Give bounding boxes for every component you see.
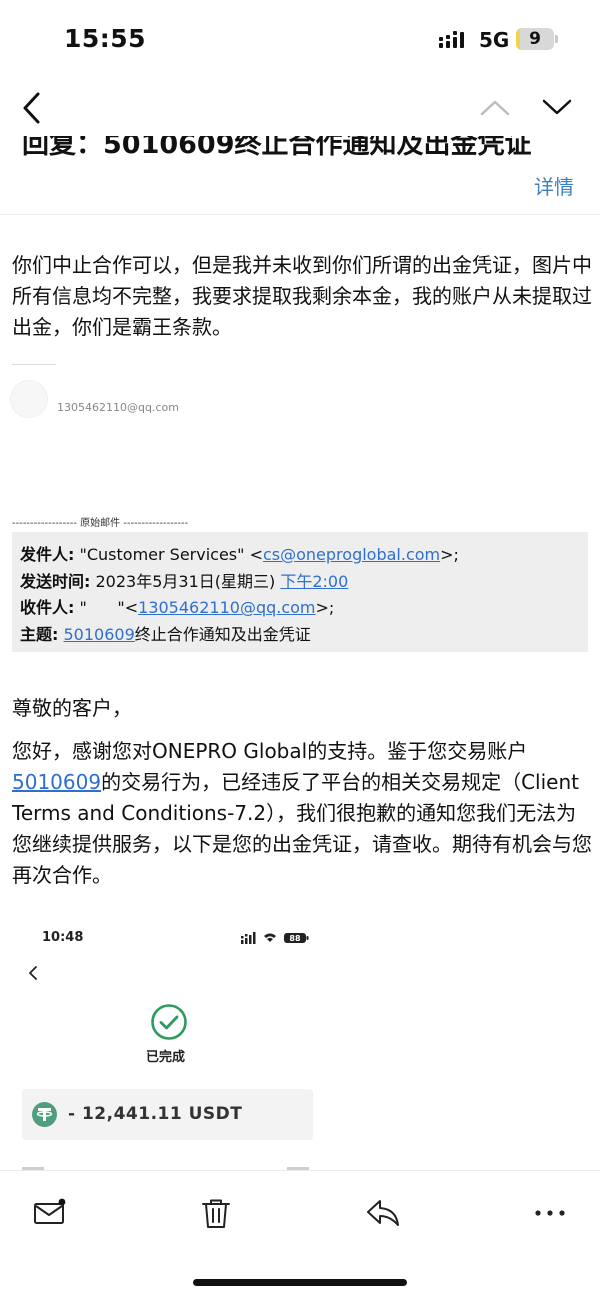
embedded-screenshot[interactable]: 10:48 88 已完成 - 12,441.11 USDT: [12, 915, 332, 1171]
signal-bars-icon: [439, 31, 464, 48]
bottom-toolbar: [0, 1170, 600, 1298]
date-label: 发送时间:: [20, 571, 91, 591]
status-bar: 15:55 5G 9: [0, 0, 600, 80]
embedded-status-label: 已完成: [146, 1050, 186, 1065]
from-name: "Customer Services" <: [74, 545, 263, 564]
embedded-amount: - 12,441.11 USDT: [68, 1104, 243, 1124]
greeting: 尊敬的客户，: [12, 696, 132, 720]
email-subject: 回复：5010609终止合作通知及出金凭证: [22, 136, 532, 158]
divider: [0, 214, 600, 215]
from-address-link[interactable]: cs@oneproglobal.com: [263, 545, 440, 564]
check-circle-icon: [151, 1004, 187, 1040]
subject-label: 主题:: [20, 624, 59, 644]
account-link[interactable]: 5010609: [12, 770, 101, 794]
subject-account-link[interactable]: 5010609: [64, 625, 135, 644]
date-value: 2023年5月31日(星期三): [90, 571, 281, 591]
reply-body: 你们中止合作可以，但是我并未收到你们所谓的出金凭证，图片中所有信息均不完整，我要…: [12, 253, 592, 339]
to-label: 收件人:: [20, 598, 75, 617]
embedded-status-icons: 88: [241, 932, 309, 944]
subject-clip: 回复：5010609终止合作通知及出金凭证: [0, 136, 600, 158]
embedded-amount-card: - 12,441.11 USDT: [22, 1089, 313, 1140]
from-row: 发件人: "Customer Services" <cs@oneprogloba…: [20, 542, 580, 569]
more-icon[interactable]: [533, 1197, 567, 1229]
signature-email: 1305462110@qq.com: [57, 401, 179, 414]
details-link[interactable]: 详情: [534, 171, 574, 200]
to-suffix: >;: [315, 598, 335, 617]
original-mail-body: 尊敬的客户， 您好，感谢您对ONEPRO Global的支持。鉴于您交易账户 50…: [12, 693, 592, 903]
nav-bar: [0, 80, 600, 136]
mail-unread-icon[interactable]: [33, 1197, 67, 1229]
body-part1: 您好，感谢您对ONEPRO Global的支持。鉴于您交易账户: [12, 739, 528, 763]
original-mail-header: 发件人: "Customer Services" <cs@oneprogloba…: [12, 532, 588, 652]
embedded-time: 10:48: [42, 930, 84, 945]
original-mail-separator: ------------------ 原始邮件 ----------------…: [12, 518, 189, 529]
reply-icon[interactable]: [366, 1197, 400, 1229]
subject-row: 主题: 5010609终止合作通知及出金凭证: [20, 622, 580, 649]
date-row: 发送时间: 2023年5月31日(星期三) 下午2:00: [20, 569, 580, 596]
signature-divider: [12, 364, 56, 365]
battery-icon: 9: [516, 28, 558, 50]
chevron-left-icon[interactable]: [18, 90, 48, 126]
embedded-back-icon: [29, 966, 37, 980]
battery-level: 9: [529, 29, 541, 49]
avatar: [10, 380, 48, 418]
to-address-link[interactable]: 1305462110@qq.com: [138, 598, 315, 617]
chevron-down-icon[interactable]: [540, 92, 574, 122]
tether-icon: [32, 1102, 57, 1127]
subject-rest: 终止合作通知及出金凭证: [134, 624, 311, 644]
status-time: 15:55: [64, 24, 147, 53]
home-indicator: [193, 1279, 407, 1286]
trash-icon[interactable]: [199, 1197, 233, 1229]
date-time-link[interactable]: 下午2:00: [280, 572, 348, 591]
to-prefix: " "<: [74, 598, 139, 617]
body-paragraph: 您好，感谢您对ONEPRO Global的支持。鉴于您交易账户5010609的交…: [12, 736, 592, 891]
to-row: 收件人: " "<1305462110@qq.com>;: [20, 595, 580, 622]
from-label: 发件人:: [20, 545, 75, 564]
embedded-battery-level: 88: [289, 934, 301, 943]
from-suffix: >;: [440, 545, 459, 564]
chevron-up-icon[interactable]: [478, 92, 512, 122]
network-label: 5G: [479, 28, 510, 52]
